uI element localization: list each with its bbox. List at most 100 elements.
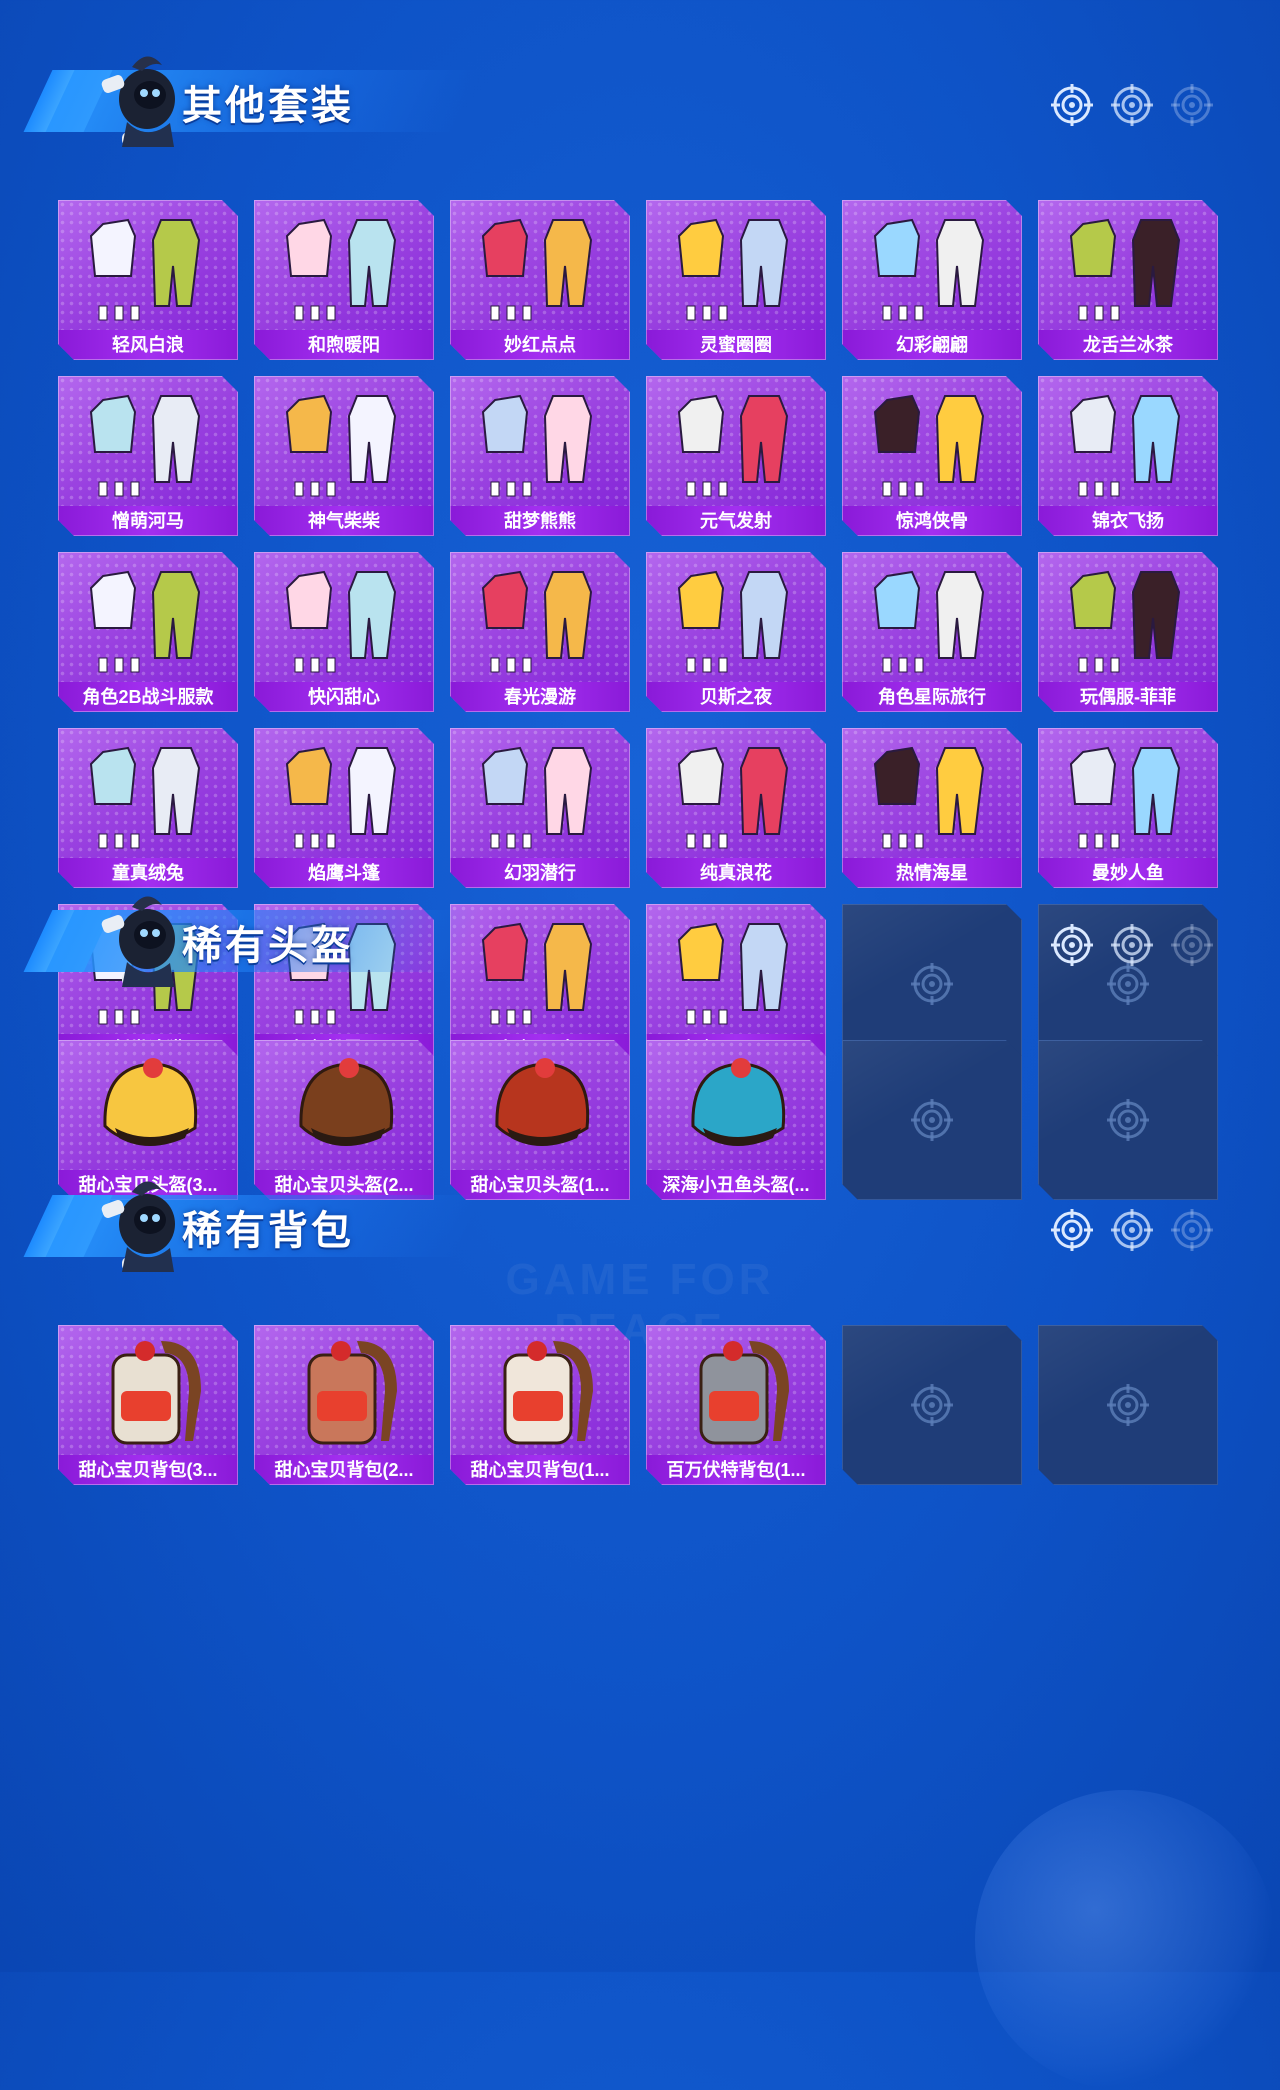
outfit-card[interactable]: 龙舌兰冰茶 bbox=[1038, 200, 1218, 360]
item-label: 热情海星 bbox=[842, 858, 1022, 888]
empty-slot bbox=[842, 1040, 1022, 1200]
item-image bbox=[465, 734, 615, 854]
item-label: 神气柴柴 bbox=[254, 506, 434, 536]
outfit-card[interactable]: 热情海星 bbox=[842, 728, 1022, 888]
item-image bbox=[269, 1046, 419, 1166]
target-icon bbox=[910, 1383, 954, 1427]
backpack-card[interactable]: 百万伏特背包(1... bbox=[646, 1325, 826, 1485]
backpack-card[interactable]: 甜心宝贝背包(3... bbox=[58, 1325, 238, 1485]
backpack-card[interactable]: 甜心宝贝背包(1... bbox=[450, 1325, 630, 1485]
outfit-card[interactable]: 妙红点点 bbox=[450, 200, 630, 360]
item-image bbox=[857, 206, 1007, 326]
outfit-card[interactable]: 锦衣飞扬 bbox=[1038, 376, 1218, 536]
item-image bbox=[73, 1331, 223, 1451]
item-label: 百万伏特背包(1... bbox=[646, 1455, 826, 1485]
outfit-card[interactable]: 贝斯之夜 bbox=[646, 552, 826, 712]
item-image bbox=[465, 558, 615, 678]
item-image bbox=[661, 382, 811, 502]
target-icon bbox=[1170, 1208, 1214, 1252]
item-label: 甜心宝贝背包(3... bbox=[58, 1455, 238, 1485]
item-label: 焰鹰斗篷 bbox=[254, 858, 434, 888]
outfit-card[interactable]: 纯真浪花 bbox=[646, 728, 826, 888]
target-icon bbox=[910, 1098, 954, 1142]
item-label: 妙红点点 bbox=[450, 330, 630, 360]
outfit-card[interactable]: 甜梦熊熊 bbox=[450, 376, 630, 536]
item-image bbox=[661, 1331, 811, 1451]
helmet-card[interactable]: 深海小丑鱼头盔(... bbox=[646, 1040, 826, 1200]
outfit-card[interactable]: 春光漫游 bbox=[450, 552, 630, 712]
outfit-card[interactable]: 幻羽潜行 bbox=[450, 728, 630, 888]
item-label: 纯真浪花 bbox=[646, 858, 826, 888]
outfit-card[interactable]: 幻彩翩翩 bbox=[842, 200, 1022, 360]
outfit-card[interactable]: 曼妙人鱼 bbox=[1038, 728, 1218, 888]
outfit-card[interactable]: 轻风白浪 bbox=[58, 200, 238, 360]
outfit-card[interactable]: 焰鹰斗篷 bbox=[254, 728, 434, 888]
section-title: 稀有头盔 bbox=[182, 924, 354, 968]
outfit-card[interactable]: 角色星际旅行 bbox=[842, 552, 1022, 712]
item-image bbox=[661, 558, 811, 678]
outfit-card[interactable]: 憎萌河马 bbox=[58, 376, 238, 536]
backpack-card[interactable]: 甜心宝贝背包(2... bbox=[254, 1325, 434, 1485]
outfit-card[interactable]: 和煦暖阳 bbox=[254, 200, 434, 360]
target-icon bbox=[1106, 1098, 1150, 1142]
target-icon bbox=[1170, 83, 1214, 127]
item-label: 甜心宝贝背包(2... bbox=[254, 1455, 434, 1485]
header-target-icons bbox=[1050, 83, 1230, 131]
item-label: 灵蜜圈圈 bbox=[646, 330, 826, 360]
outfit-card[interactable]: 惊鸿侠骨 bbox=[842, 376, 1022, 536]
outfit-card[interactable]: 快闪甜心 bbox=[254, 552, 434, 712]
item-image bbox=[73, 734, 223, 854]
item-label: 幻彩翩翩 bbox=[842, 330, 1022, 360]
item-label: 春光漫游 bbox=[450, 682, 630, 712]
item-label: 幻羽潜行 bbox=[450, 858, 630, 888]
empty-slot bbox=[842, 1325, 1022, 1485]
target-icon bbox=[1106, 1383, 1150, 1427]
outfit-card[interactable]: 灵蜜圈圈 bbox=[646, 200, 826, 360]
item-image bbox=[73, 206, 223, 326]
item-image bbox=[269, 1331, 419, 1451]
section-header: 其他套装 bbox=[23, 45, 485, 157]
item-image bbox=[465, 910, 615, 1030]
item-image bbox=[73, 1046, 223, 1166]
item-label: 角色星际旅行 bbox=[842, 682, 1022, 712]
outfit-card[interactable]: 童真绒兔 bbox=[58, 728, 238, 888]
mascot-icon bbox=[92, 47, 192, 157]
outfit-card[interactable]: 玩偶服-菲菲 bbox=[1038, 552, 1218, 712]
mascot-icon bbox=[92, 887, 192, 997]
item-image bbox=[1053, 734, 1203, 854]
item-label: 童真绒兔 bbox=[58, 858, 238, 888]
section-title: 稀有背包 bbox=[182, 1209, 354, 1253]
target-icon bbox=[1110, 83, 1154, 127]
item-label: 贝斯之夜 bbox=[646, 682, 826, 712]
item-image bbox=[269, 382, 419, 502]
outfit-card[interactable]: 元气发射 bbox=[646, 376, 826, 536]
item-image bbox=[465, 1331, 615, 1451]
item-label: 和煦暖阳 bbox=[254, 330, 434, 360]
empty-slot bbox=[1038, 1040, 1218, 1200]
item-image bbox=[465, 206, 615, 326]
item-image bbox=[465, 1046, 615, 1166]
section-header: 稀有头盔 bbox=[23, 885, 485, 997]
target-icon bbox=[1110, 1208, 1154, 1252]
item-label: 锦衣飞扬 bbox=[1038, 506, 1218, 536]
target-icon bbox=[1110, 923, 1154, 967]
item-image bbox=[73, 382, 223, 502]
target-icon bbox=[910, 962, 954, 1006]
item-label: 轻风白浪 bbox=[58, 330, 238, 360]
item-image bbox=[661, 734, 811, 854]
outfit-card[interactable]: 神气柴柴 bbox=[254, 376, 434, 536]
item-image bbox=[857, 558, 1007, 678]
header-target-icons bbox=[1050, 923, 1230, 971]
item-label: 甜心宝贝背包(1... bbox=[450, 1455, 630, 1485]
item-image bbox=[661, 910, 811, 1030]
item-label: 元气发射 bbox=[646, 506, 826, 536]
header-target-icons bbox=[1050, 1208, 1230, 1256]
item-label: 惊鸿侠骨 bbox=[842, 506, 1022, 536]
mascot-icon bbox=[92, 1172, 192, 1282]
item-image bbox=[1053, 382, 1203, 502]
helmet-card[interactable]: 甜心宝贝头盔(1... bbox=[450, 1040, 630, 1200]
outfit-card[interactable]: 角色2B战斗服款 bbox=[58, 552, 238, 712]
item-image bbox=[465, 382, 615, 502]
target-icon bbox=[1050, 1208, 1094, 1252]
item-label: 角色2B战斗服款 bbox=[58, 682, 238, 712]
